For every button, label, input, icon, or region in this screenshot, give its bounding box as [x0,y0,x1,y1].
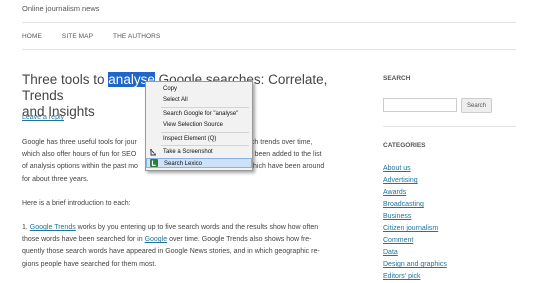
category-link[interactable]: Design and graphics [383,259,447,271]
p1-line2-end: as been added to the list [245,151,322,159]
menu-item-take-screenshot[interactable]: Take a Screenshot [146,147,252,157]
menu-separator [161,132,249,133]
menu-separator [161,107,249,108]
title-text-start: Three tools to [22,72,109,87]
menu-item-copy[interactable]: Copy [146,84,252,94]
menu-label-search-google: Search Google for "analyse" [163,111,239,117]
google-link[interactable]: Google [145,236,168,243]
category-link[interactable]: Business [383,211,411,223]
menu-separator [161,145,249,146]
p3-line4: gions people have searched for them most… [22,260,157,268]
paragraph-trends: 1. Google Trends works by you entering u… [22,222,354,271]
menu-label-inspect: Inspect Element (Q) [163,136,217,142]
lexico-icon [150,159,158,167]
screenshot-icon [150,149,156,156]
nav-home[interactable]: HOME [22,33,42,40]
menu-item-search-lexico[interactable]: Search Lexico [146,158,252,168]
nav-site-map[interactable]: SITE MAP [62,33,93,40]
google-trends-link[interactable]: Google Trends [30,224,76,231]
search-heading: SEARCH [383,75,411,82]
category-link[interactable]: Advertising [383,175,418,187]
leave-reply-link[interactable]: Leave a reply [22,114,64,121]
p3-line3: quently those search words have appeared… [22,248,320,256]
p3-line2-start: those words have been searched for in [22,236,145,244]
menu-item-search-google[interactable]: Search Google for "analyse" [146,109,252,119]
category-link[interactable]: Comment [383,235,413,247]
context-menu: Copy Select All Search Google for "analy… [145,81,253,171]
p3-line2-end: over time. Google Trends also shows how … [167,236,312,244]
p1-line4: for about three years. [22,175,89,183]
nav-the-authors[interactable]: THE AUTHORS [113,33,160,40]
menu-label-screenshot: Take a Screenshot [163,149,213,155]
sidebar-divider [383,126,516,127]
menu-label-copy: Copy [163,86,178,92]
category-link[interactable]: Data [383,247,398,259]
p1-line1-start: Google has three useful tools for jour [22,139,137,146]
menu-item-select-all[interactable]: Select All [146,95,252,105]
category-link[interactable]: Broadcasting [383,199,424,211]
search-button[interactable]: Search [461,98,492,113]
site-description: Online journalism news [22,4,100,13]
menu-label-select-all: Select All [163,97,188,103]
category-link[interactable]: Citizen journalism [383,223,438,235]
p1-line3-start: of analysis options within the past mo [22,163,138,171]
menu-item-view-selection-source[interactable]: View Selection Source [146,120,252,130]
header-divider-bottom [22,49,516,50]
category-link[interactable]: About us [383,163,411,175]
category-link[interactable]: Awards [383,187,406,199]
category-link[interactable]: Editors' pick [383,271,421,283]
header-divider-top [22,22,516,23]
list-number: 1. [22,224,30,231]
p1-line2-start: which also offer hours of fun for SEO [22,151,137,159]
menu-label-lexico: Search Lexico [164,161,203,167]
menu-item-inspect-element[interactable]: Inspect Element (Q) [146,134,252,144]
categories-heading: CATEGORIES [383,142,426,149]
paragraph-brief: Here is a brief introduction to each: [22,200,131,207]
p3-line1: works by you entering up to five search … [75,224,319,231]
search-input[interactable] [383,98,457,112]
menu-label-view-source: View Selection Source [163,122,223,128]
main-nav: HOME SITE MAP THE AUTHORS [22,33,160,40]
p1-line3-end: which have been around [247,163,325,171]
